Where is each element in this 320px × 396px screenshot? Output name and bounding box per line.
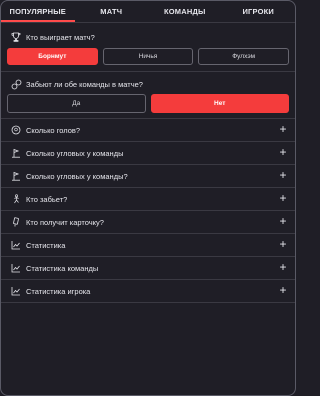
accordion-list: Сколько голов? + Сколько угловых у коман… — [1, 119, 295, 303]
accordion-item-statistics[interactable]: Статистика + — [1, 234, 295, 257]
both-score-section: Забьют ли обе команды в матче? Да Нет — [1, 76, 295, 113]
chart-icon — [10, 285, 22, 297]
markets-panel: ПОПУЛЯРНЫЕ МАТЧ КОМАНДЫ ИГРОКИ Кто выигр… — [0, 0, 296, 396]
expand-plus-icon[interactable]: + — [277, 146, 289, 159]
chart-icon — [10, 239, 22, 251]
tab-teams[interactable]: КОМАНДЫ — [148, 1, 222, 22]
accordion-item-goals[interactable]: Сколько голов? + — [1, 119, 295, 142]
option-no-button[interactable]: Нет — [150, 94, 289, 113]
expand-plus-icon[interactable]: + — [277, 284, 289, 297]
divider — [1, 71, 295, 72]
tab-popular[interactable]: ПОПУЛЯРНЫЕ — [1, 1, 75, 22]
corner-flag-icon — [10, 147, 22, 159]
ball-pair-icon — [10, 78, 22, 90]
expand-plus-icon[interactable]: + — [277, 238, 289, 251]
accordion-label: Кто получит карточку? — [26, 217, 104, 227]
expand-plus-icon[interactable]: + — [277, 215, 289, 228]
trophy-icon — [10, 31, 22, 43]
accordion-label: Статистика игрока — [26, 286, 91, 296]
card-icon — [10, 216, 22, 228]
both-score-question-title: Забьют ли обе команды в матче? — [26, 79, 143, 89]
tab-match[interactable]: МАТЧ — [75, 1, 149, 22]
accordion-item-scorer[interactable]: Кто забьет? + — [1, 188, 295, 211]
accordion-label: Сколько угловых у команды? — [26, 171, 128, 181]
ball-icon — [10, 124, 22, 136]
accordion-item-team-corners-question[interactable]: Сколько угловых у команды? + — [1, 165, 295, 188]
winner-question-title: Кто выиграет матч? — [26, 32, 95, 42]
option-fulham-button[interactable]: Фулхэм — [198, 48, 290, 65]
corner-flag-icon — [10, 170, 22, 182]
accordion-label: Статистика — [26, 240, 66, 250]
person-kick-icon — [10, 193, 22, 205]
accordion-label: Статистика команды — [26, 263, 99, 273]
accordion-item-card[interactable]: Кто получит карточку? + — [1, 211, 295, 234]
winner-section: Кто выиграет матч? Борнмут Ничья Фулхэм — [1, 29, 295, 65]
tab-players[interactable]: ИГРОКИ — [222, 1, 296, 22]
expand-plus-icon[interactable]: + — [277, 123, 289, 136]
expand-plus-icon[interactable]: + — [277, 261, 289, 274]
option-yes-button[interactable]: Да — [7, 94, 146, 113]
expand-plus-icon[interactable]: + — [277, 192, 289, 205]
expand-plus-icon[interactable]: + — [277, 169, 289, 182]
accordion-label: Сколько голов? — [26, 125, 81, 135]
accordion-item-team-corners[interactable]: Сколько угловых у команды + — [1, 142, 295, 165]
option-draw-button[interactable]: Ничья — [102, 48, 194, 65]
accordion-item-player-statistics[interactable]: Статистика игрока + — [1, 280, 295, 303]
accordion-label: Кто забьет? — [26, 194, 68, 204]
option-bournemouth-button[interactable]: Борнмут — [7, 48, 98, 65]
chart-icon — [10, 262, 22, 274]
accordion-label: Сколько угловых у команды — [26, 148, 124, 158]
accordion-item-team-statistics[interactable]: Статистика команды + — [1, 257, 295, 280]
tab-bar: ПОПУЛЯРНЫЕ МАТЧ КОМАНДЫ ИГРОКИ — [1, 1, 295, 23]
